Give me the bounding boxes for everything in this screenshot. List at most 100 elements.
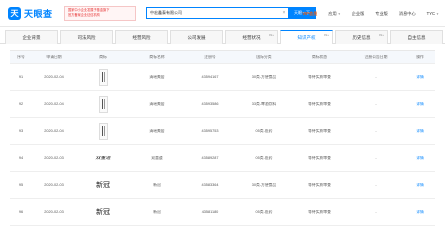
logo-text: 天眼查 — [24, 8, 53, 19]
trademark-image[interactable]: 新冠 — [96, 180, 110, 190]
messages-link[interactable]: 消息中心 — [399, 11, 416, 17]
row-index: 93 — [18, 129, 24, 133]
promo-line-2: 官方备案企业征信机构 — [68, 13, 100, 17]
trademark-status: 等待实质审查 — [308, 101, 331, 106]
user-label: TYC — [426, 11, 436, 16]
trademark-cell: 新冠 — [76, 180, 130, 190]
trademark-status: 等待实质审查 — [308, 128, 331, 133]
apps-menu[interactable]: 应用▼ — [328, 11, 340, 17]
international-class: 05类-医药 — [255, 155, 273, 160]
details-link[interactable]: 详情 — [405, 183, 435, 188]
trademark-name: 清瑶美居 — [149, 74, 165, 79]
notice-date: - — [375, 183, 377, 187]
international-class: 30类-方便食品 — [251, 182, 277, 187]
application-date: 2020-02-03 — [44, 156, 64, 160]
tab-company-development[interactable]: 公司发展 — [170, 30, 223, 44]
column-header: 商标名称 — [149, 54, 165, 59]
tab-label: 企业背景 — [22, 34, 41, 40]
registration-number: 43581180 — [201, 210, 219, 214]
trademark-graphic — [101, 99, 105, 109]
tab-label: 知识产权 — [297, 34, 316, 40]
international-class: 05类-医药 — [255, 128, 273, 133]
tab-label: 公司发展 — [187, 34, 206, 40]
details-link[interactable]: 详情 — [405, 102, 435, 107]
table-row: 96 2020-02-03 新冠 新冠 43581180 05类-医药 等待实质审查 - 详情 — [10, 199, 435, 226]
trademark-status: 等待实质审查 — [308, 209, 331, 214]
pro-link[interactable]: 专业版 — [375, 11, 388, 17]
table-row: 94 2020-02-03 双董道 双董道 43589287 05类-医药 等待实质审查 - 详… — [10, 145, 435, 172]
vip-link[interactable]: VIP会员 — [302, 11, 317, 17]
tab-count: 99+ — [323, 33, 329, 37]
enterprise-link[interactable]: 企业版 — [352, 11, 365, 17]
tab-operating-status[interactable]: 经营状况 99+ — [225, 30, 278, 44]
row-index: 92 — [18, 102, 24, 106]
column-header: 商标 — [99, 54, 107, 59]
trademark-image[interactable] — [98, 68, 108, 86]
chevron-down-icon: ▼ — [337, 11, 341, 16]
tab-operating-risk[interactable]: 经营风险 — [115, 30, 168, 44]
trademark-table: 序号 申请日期 商标 商标名称 注册号 国际分类 商标状态 注册公告日期 操作 … — [10, 50, 435, 226]
apps-label: 应用 — [328, 10, 337, 16]
row-index: 94 — [18, 156, 24, 160]
column-header: 注册号 — [204, 54, 216, 59]
application-date: 2020-02-03 — [44, 210, 64, 214]
trademark-image[interactable]: 双董道 — [95, 156, 110, 161]
details-link[interactable]: 详情 — [405, 156, 435, 161]
row-index: 95 — [18, 183, 24, 187]
application-date: 2020-02-04 — [44, 75, 64, 79]
trademark-cell — [76, 95, 130, 113]
column-header: 注册公告日期 — [364, 54, 388, 59]
details-link[interactable]: 详情 — [405, 129, 435, 134]
registration-number: 43594167 — [201, 75, 219, 79]
tab-self-info[interactable]: 自主信息 — [390, 30, 443, 44]
column-header[interactable]: 申请日期 — [32, 55, 76, 60]
trademark-name: 清瑶美居 — [149, 101, 165, 106]
registration-number: 43589287 — [201, 156, 219, 160]
chevron-down-icon: ▼ — [436, 12, 439, 16]
notice-date: - — [375, 75, 377, 79]
trademark-graphic — [101, 126, 105, 136]
trademark-cell — [76, 68, 130, 86]
row-index: 96 — [18, 210, 24, 214]
trademark-image[interactable] — [98, 122, 108, 140]
trademark-cell: 新冠 — [76, 207, 130, 217]
tab-label: 司法风险 — [77, 34, 96, 40]
details-link[interactable]: 详情 — [405, 75, 435, 80]
column-header: 操作 — [416, 54, 424, 59]
international-class: 30类-方便食品 — [251, 74, 277, 79]
tab-enterprise-background[interactable]: 企业背景 — [5, 30, 58, 44]
trademark-status: 等待实质审查 — [308, 155, 331, 160]
search-input[interactable]: 中宏鑫泰有限公司 — [147, 10, 280, 16]
application-date: 2020-02-04 — [44, 102, 64, 106]
user-menu[interactable]: TYC▼ — [427, 11, 439, 16]
section-tabs: 企业背景 司法风险 经营风险 公司发展 经营状况 99+ 知识产权 99+ 历史信息… — [0, 30, 445, 44]
site-logo[interactable]: 天 天眼查 — [8, 6, 64, 20]
application-date: 2020-02-04 — [44, 129, 64, 133]
registration-number: 43595753 — [201, 129, 219, 133]
tab-judicial-risk[interactable]: 司法风险 — [60, 30, 113, 44]
tab-history[interactable]: 历史信息 99+ — [335, 30, 388, 44]
trademark-cell: 双董道 — [76, 156, 130, 161]
clear-icon[interactable]: × — [280, 10, 288, 16]
tab-count: 99+ — [378, 33, 384, 37]
trademark-image[interactable] — [98, 95, 108, 113]
notice-date: - — [375, 210, 377, 214]
registration-number: 43593586 — [201, 102, 219, 106]
promo-banner[interactable]: 国家中小企业发展子基金旗下 官方备案企业征信机构 — [64, 5, 136, 21]
trademark-image[interactable]: 新冠 — [96, 207, 110, 217]
tab-intellectual-property[interactable]: 知识产权 99+ — [280, 30, 333, 44]
tab-label: 经营风险 — [132, 34, 151, 40]
international-class: 33类-啤酒饮料 — [251, 101, 277, 106]
table-row: 92 2020-02-04 清瑶美居 43593586 33类-啤酒饮料 等待实质审查 - 详… — [10, 91, 435, 118]
notice-date: - — [375, 102, 377, 106]
row-index: 91 — [18, 75, 24, 79]
trademark-name: 新冠 — [153, 182, 161, 187]
logo-icon: 天 — [8, 6, 21, 20]
table-row: 91 2020-02-04 清瑶美居 43594167 30类-方便食品 等待实质审查 - 详… — [10, 64, 435, 91]
trademark-graphic — [101, 72, 105, 82]
application-date: 2020-02-03 — [44, 183, 64, 187]
column-header: 商标状态 — [311, 54, 328, 59]
details-link[interactable]: 详情 — [405, 210, 435, 215]
tab-label: 历史信息 — [352, 34, 371, 40]
table-row: 95 2020-02-03 新冠 新冠 43583364 30类-方便食品 等待实质审查 - 详… — [10, 172, 435, 199]
